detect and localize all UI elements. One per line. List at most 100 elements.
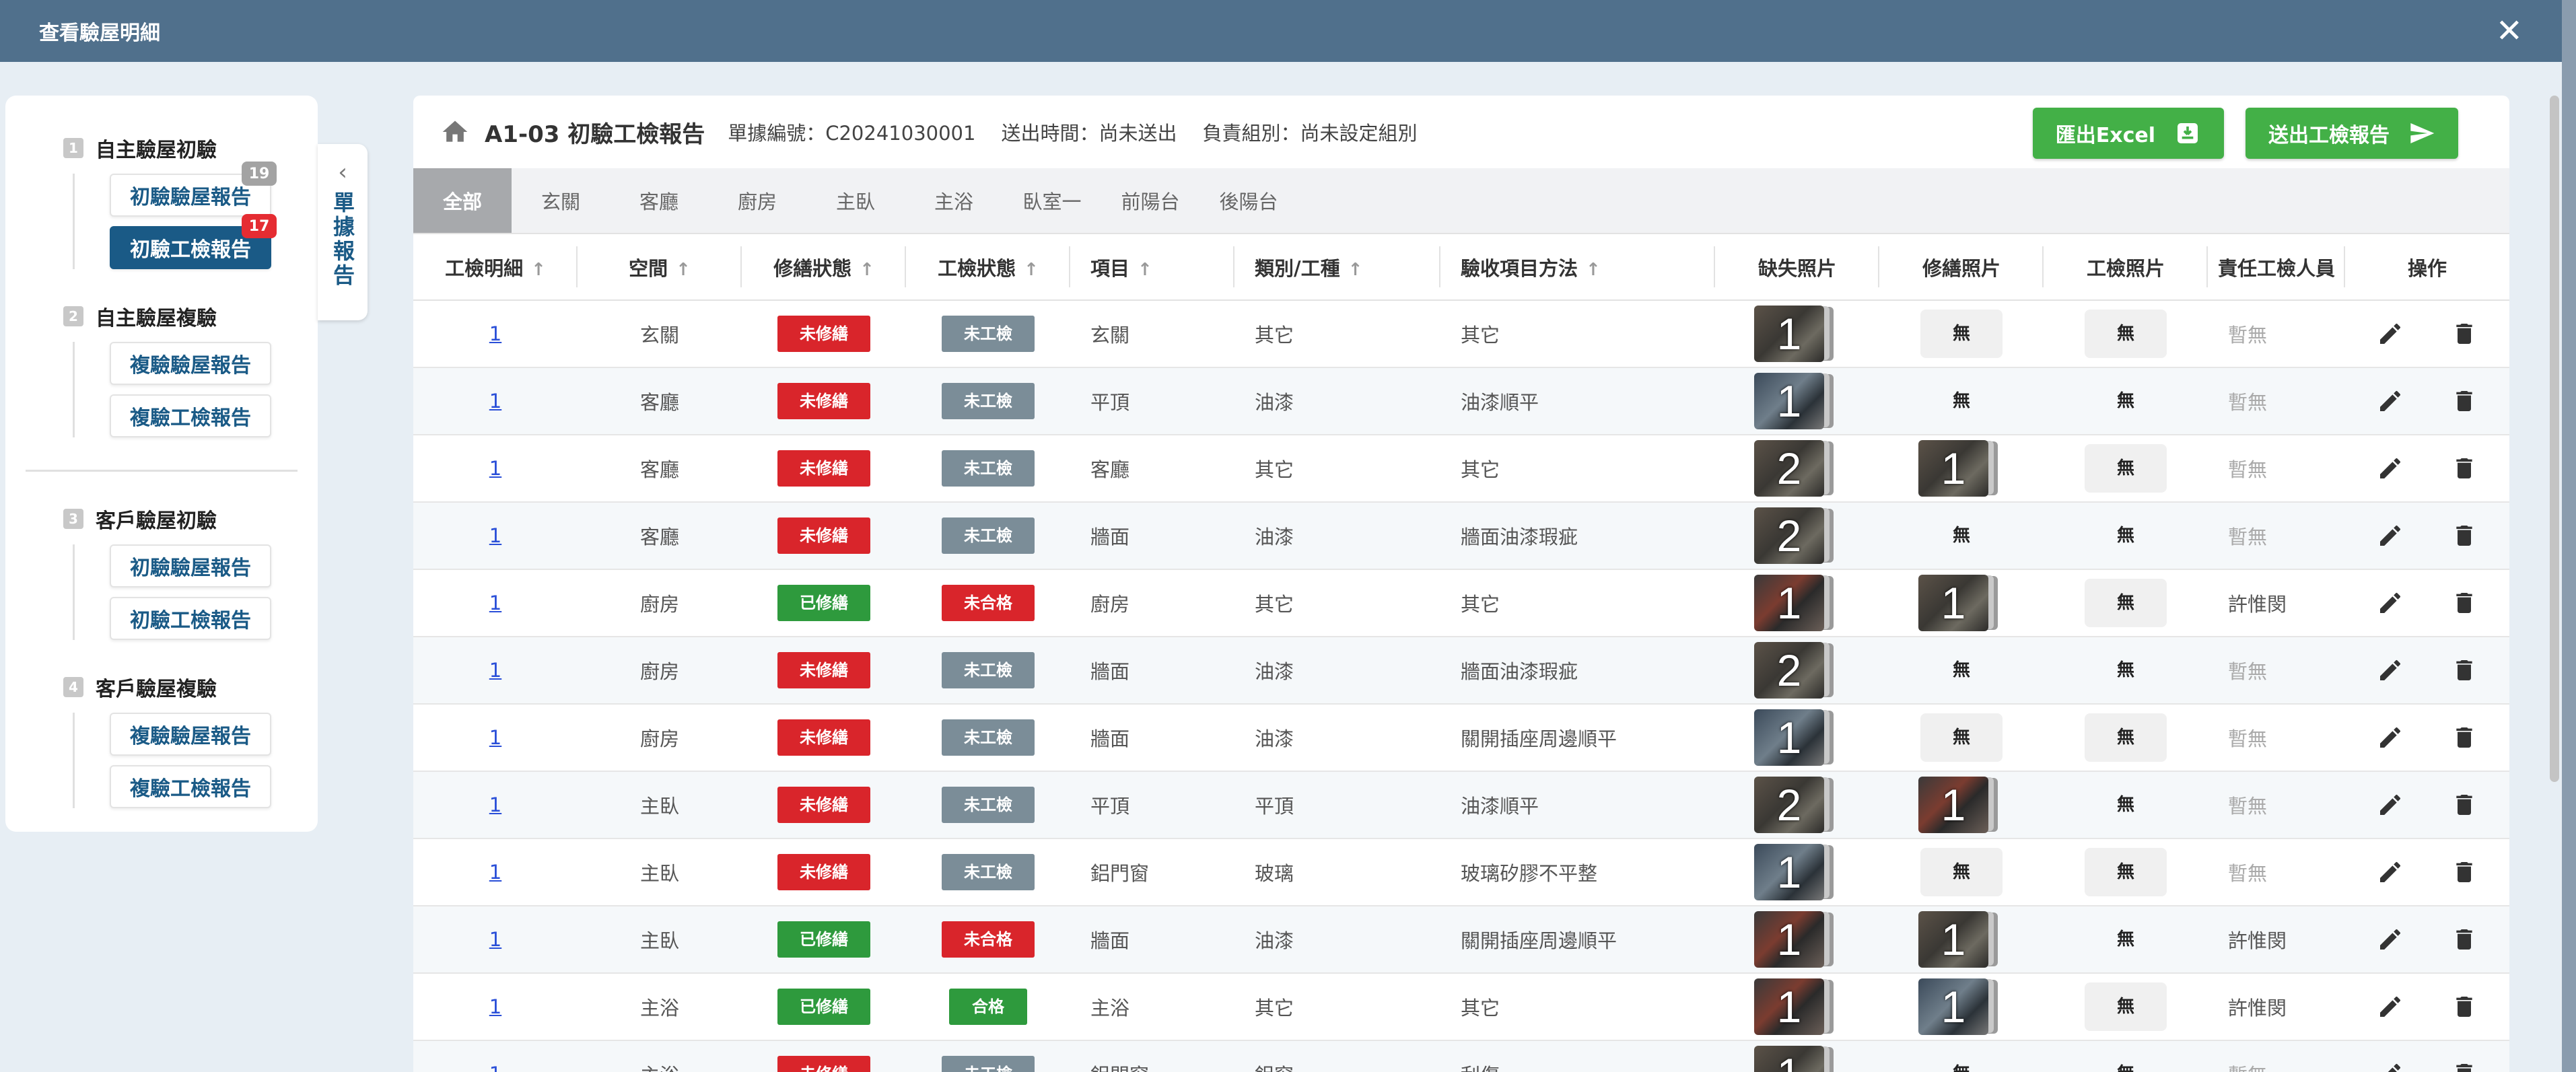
delete-icon[interactable] [2451, 859, 2478, 886]
edit-icon[interactable] [2377, 388, 2404, 415]
photo-thumbnail[interactable]: 2 [1754, 440, 1840, 497]
space-tab[interactable]: 臥室一 [1003, 168, 1101, 233]
photo-thumbnail[interactable]: 1 [1754, 373, 1840, 429]
edit-icon[interactable] [2377, 657, 2404, 684]
report-button[interactable]: 複驗工檢報告 [110, 765, 271, 808]
detail-link[interactable]: 1 [489, 1063, 501, 1072]
close-icon[interactable]: ✕ [2496, 15, 2523, 47]
count-badge: 17 [242, 214, 277, 238]
column-header[interactable]: 工檢狀態 ↑ [906, 234, 1070, 301]
report-button[interactable]: 初驗工檢報告 17 [110, 214, 277, 269]
photo-thumbnail[interactable]: 2 [1754, 642, 1840, 699]
group-number: 3 [63, 509, 83, 529]
delete-icon[interactable] [2451, 320, 2478, 347]
collapse-sidebar-button[interactable]: ‹ 單據報告 [318, 144, 368, 320]
sort-arrow-icon[interactable]: ↑ [1586, 260, 1601, 280]
sort-arrow-icon[interactable]: ↑ [1024, 260, 1039, 280]
send-report-button[interactable]: 送出工檢報告 [2246, 108, 2458, 159]
detail-link[interactable]: 1 [489, 592, 501, 614]
detail-link[interactable]: 1 [489, 995, 501, 1018]
edit-icon[interactable] [2377, 455, 2404, 482]
edit-icon[interactable] [2377, 320, 2404, 347]
column-header[interactable]: 類別/工種 ↑ [1234, 234, 1440, 301]
photo-thumbnail[interactable]: 1 [1918, 911, 2005, 968]
space-tab[interactable]: 全部 [413, 168, 512, 233]
detail-link[interactable]: 1 [489, 793, 501, 816]
delete-icon[interactable] [2451, 455, 2478, 482]
detail-link[interactable]: 1 [489, 726, 501, 749]
column-header[interactable]: 修繕狀態 ↑ [742, 234, 906, 301]
edit-icon[interactable] [2377, 791, 2404, 818]
detail-link[interactable]: 1 [489, 928, 501, 951]
delete-icon[interactable] [2451, 1061, 2478, 1072]
photo-thumbnail[interactable]: 1 [1754, 575, 1840, 631]
delete-icon[interactable] [2451, 993, 2478, 1020]
space-tab[interactable]: 後陽台 [1199, 168, 1298, 233]
photo-count: 1 [1754, 911, 1824, 968]
photo-thumbnail[interactable]: 1 [1754, 709, 1840, 766]
edit-icon[interactable] [2377, 1061, 2404, 1072]
sort-arrow-icon[interactable]: ↑ [1348, 260, 1363, 280]
report-button[interactable]: 初驗驗屋報告 [110, 544, 271, 587]
photo-thumbnail[interactable]: 1 [1918, 575, 2005, 631]
report-button[interactable]: 複驗工檢報告 [110, 394, 271, 437]
category-cell: 油漆 [1255, 929, 1294, 952]
sort-arrow-icon[interactable]: ↑ [1138, 260, 1152, 280]
home-icon[interactable] [440, 117, 470, 147]
delete-icon[interactable] [2451, 791, 2478, 818]
edit-icon[interactable] [2377, 926, 2404, 953]
detail-link[interactable]: 1 [489, 861, 501, 884]
sort-arrow-icon[interactable]: ↑ [531, 260, 546, 280]
delete-icon[interactable] [2451, 589, 2478, 616]
detail-link[interactable]: 1 [489, 524, 501, 547]
column-header[interactable]: 驗收項目方法 ↑ [1440, 234, 1715, 301]
report-button[interactable]: 初驗工檢報告 [110, 597, 271, 640]
space-tab[interactable]: 前陽台 [1101, 168, 1199, 233]
photo-thumbnail[interactable]: 1 [1918, 777, 2005, 833]
group-items: 初驗驗屋報告 19 初驗工檢報告 17 [73, 162, 298, 269]
delete-icon[interactable] [2451, 724, 2478, 751]
edit-icon[interactable] [2377, 724, 2404, 751]
report-button[interactable]: 複驗驗屋報告 [110, 342, 271, 385]
detail-link[interactable]: 1 [489, 659, 501, 682]
sort-arrow-icon[interactable]: ↑ [676, 260, 691, 280]
scrollbar[interactable] [2550, 96, 2559, 782]
export-excel-button[interactable]: 匯出Excel [2032, 108, 2224, 159]
space-tab[interactable]: 玄關 [512, 168, 610, 233]
photo-thumbnail[interactable]: 1 [1754, 306, 1840, 362]
space-tab[interactable]: 廚房 [708, 168, 806, 233]
edit-icon[interactable] [2377, 522, 2404, 549]
column-header[interactable]: 工檢明細 ↑ [413, 234, 578, 301]
sort-arrow-icon[interactable]: ↑ [860, 260, 874, 280]
detail-link[interactable]: 1 [489, 322, 501, 345]
edit-icon[interactable] [2377, 589, 2404, 616]
photo-thumbnail[interactable]: 1 [1918, 440, 2005, 497]
space-tab[interactable]: 主浴 [905, 168, 1003, 233]
space-tab[interactable]: 主臥 [806, 168, 905, 233]
photo-thumbnail[interactable]: 1 [1754, 1046, 1840, 1072]
edit-icon[interactable] [2377, 859, 2404, 886]
column-header: 缺失照片 [1715, 234, 1879, 301]
edit-icon[interactable] [2377, 993, 2404, 1020]
report-button[interactable]: 初驗驗屋報告 19 [110, 162, 277, 217]
person-cell: 許惟閔 [2228, 593, 2287, 616]
photo-thumbnail[interactable]: 2 [1754, 777, 1840, 833]
photo-thumbnail[interactable]: 1 [1754, 844, 1840, 900]
photo-thumbnail[interactable]: 1 [1754, 911, 1840, 968]
delete-icon[interactable] [2451, 522, 2478, 549]
column-header[interactable]: 項目 ↑ [1070, 234, 1234, 301]
photo-thumbnail[interactable]: 1 [1754, 978, 1840, 1035]
detail-link[interactable]: 1 [489, 390, 501, 413]
category-cell: 其它 [1255, 324, 1294, 347]
photo-thumbnail[interactable]: 1 [1918, 978, 2005, 1035]
detail-link[interactable]: 1 [489, 457, 501, 480]
delete-icon[interactable] [2451, 388, 2478, 415]
photo-thumbnail[interactable]: 2 [1754, 507, 1840, 564]
column-header[interactable]: 空間 ↑ [578, 234, 742, 301]
delete-icon[interactable] [2451, 926, 2478, 953]
report-button[interactable]: 複驗驗屋報告 [110, 713, 271, 756]
repair-status-badge: 已修繕 [777, 921, 870, 958]
space-tab[interactable]: 客廳 [610, 168, 708, 233]
no-photo-label: 無 [1920, 1050, 2003, 1072]
delete-icon[interactable] [2451, 657, 2478, 684]
